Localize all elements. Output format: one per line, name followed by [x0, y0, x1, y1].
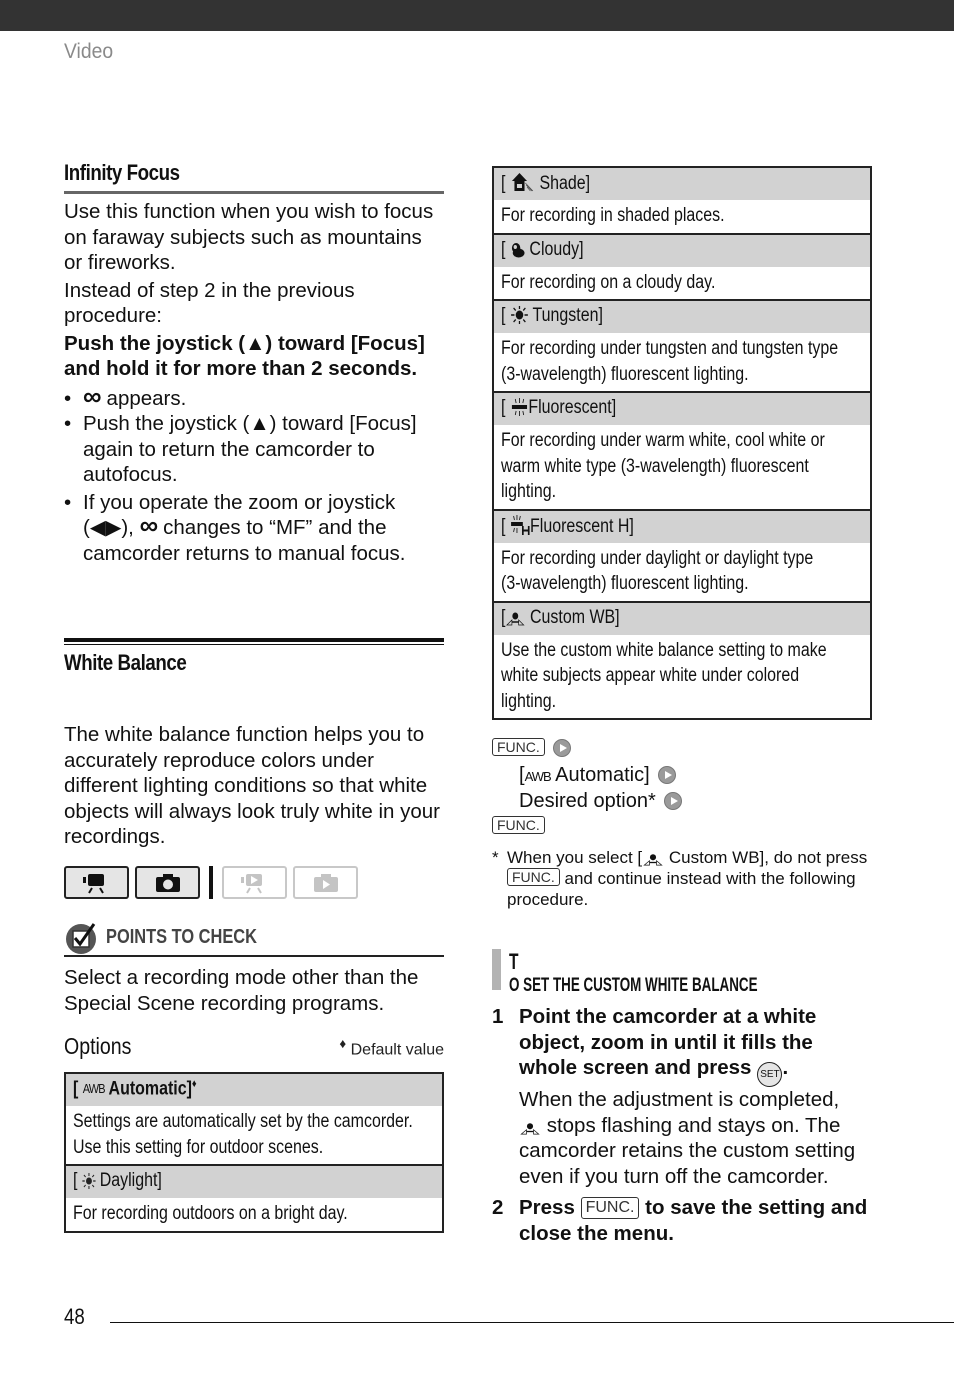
option-header-custom-wb: [ Custom WB]: [494, 602, 870, 635]
func-button-icon: FUNC.: [580, 1197, 640, 1219]
procedure-line: FUNC.: [492, 814, 872, 839]
intro-paragraph: Use this function when you wish to focus…: [64, 200, 434, 274]
tungsten-icon: [510, 306, 528, 324]
white-balance-intro: The white balance function helps you to …: [64, 723, 440, 848]
option-header-tungsten: [ Tungsten]: [494, 301, 870, 333]
mode-divider: [209, 866, 213, 899]
step-2: 2 Press FUNC. to save the setting and cl…: [492, 1196, 868, 1245]
footer-rule: [110, 1322, 954, 1323]
fluorescent-icon: [511, 398, 527, 416]
procedure-line: Desired option*: [492, 789, 872, 814]
custom-wb-heading: TO SET THE CUSTOM WHITE BALANCE: [492, 949, 872, 996]
points-to-check-header: POINTS TO CHECK: [64, 920, 444, 957]
bullet-item: Push the joystick (▲) toward [Focus] aga…: [64, 411, 444, 488]
bullet-item: ∞appears.: [64, 383, 444, 412]
option-description-shade: For recording in shaded places.: [494, 200, 870, 235]
awb-icon: AWB: [524, 769, 552, 784]
func-button-icon: FUNC.: [507, 868, 560, 886]
daylight-icon: [81, 1173, 96, 1189]
points-to-check-text: Select a recording mode other than the S…: [64, 966, 419, 1015]
infinity-focus-title: Infinity Focus: [64, 160, 444, 194]
mode-icons: [64, 866, 358, 899]
intro-paragraph: Instead of step 2 in the previous proced…: [64, 278, 355, 328]
photo-record-mode-icon: [135, 866, 200, 899]
option-description-cloudy: For recording on a cloudy day.: [494, 266, 870, 301]
top-bar: [0, 0, 954, 31]
options-header: Options ♦ Default value: [64, 1033, 444, 1060]
options-table-right: [ Shade] For recording in shaded places.…: [492, 166, 872, 720]
options-title: Options: [64, 1033, 132, 1059]
option-description-fluorescent-h: For recording under daylight or daylight…: [494, 542, 870, 603]
custom-wb-icon: [643, 854, 663, 866]
movie-record-mode-icon: [64, 866, 129, 899]
arrow-right-icon: [663, 792, 682, 810]
procedure: FUNC. [AWB Automatic] Desired option* FU…: [492, 736, 872, 910]
custom-wb-steps: 1 Point the camcorder at a white object,…: [492, 1004, 872, 1246]
default-value-note: ♦ Default value: [339, 1035, 444, 1058]
custom-wb-icon: [506, 612, 525, 625]
option-description-automatic: Settings are automatically set by the ca…: [66, 1106, 442, 1166]
option-description-tungsten: For recording under tungsten and tungste…: [494, 333, 870, 393]
set-button-icon: SET: [757, 1062, 783, 1087]
white-balance-title: White Balance: [64, 638, 444, 682]
section-label: Video: [64, 40, 114, 63]
bullet-item: If you operate the zoom or joystick (◀▶)…: [64, 490, 444, 567]
option-description-custom-wb: Use the custom white balance setting to …: [494, 634, 870, 718]
movie-playback-mode-icon: [222, 866, 287, 899]
option-header-fluorescent: [ Fluorescent]: [494, 393, 870, 425]
arrow-right-icon: [657, 766, 676, 784]
options-table-left: [ AWB Automatic]♦ Settings are automatic…: [64, 1072, 444, 1233]
option-header-automatic: [ AWB Automatic]♦: [66, 1074, 442, 1106]
infinity-icon: ∞: [83, 380, 101, 411]
awb-icon: AWB: [82, 1081, 106, 1097]
option-header-daylight: [ Daylight]: [66, 1166, 442, 1198]
option-description-fluorescent: For recording under warm white, cool whi…: [494, 425, 870, 511]
instruction: Push the joystick (▲) toward [Focus] and…: [64, 331, 425, 381]
procedure-line: FUNC.: [492, 736, 872, 761]
page-number: 48: [64, 1304, 85, 1329]
photo-playback-mode-icon: [293, 866, 358, 899]
func-button-icon: FUNC.: [492, 816, 545, 834]
option-header-shade: [ Shade]: [494, 168, 870, 200]
option-description-daylight: For recording outdoors on a bright day.: [66, 1198, 442, 1231]
custom-wb-icon: [520, 1122, 540, 1134]
procedure-line: [AWB Automatic]: [492, 763, 872, 789]
arrow-right-icon: [552, 739, 571, 757]
option-header-cloudy: [ Cloudy]: [494, 234, 870, 267]
infinity-icon: ∞: [139, 510, 158, 540]
footnote: * When you select [ Custom WB], do not p…: [492, 848, 868, 909]
step-1: 1 Point the camcorder at a white object,…: [492, 1005, 856, 1188]
checkbox-icon: [66, 922, 96, 954]
shade-icon: [511, 173, 533, 192]
func-button-icon: FUNC.: [492, 738, 545, 756]
fluorescent-h-icon: [510, 514, 530, 535]
option-header-fluorescent-h: [ Fluorescent H]: [494, 510, 870, 543]
infinity-focus-body: Use this function when you wish to focus…: [64, 199, 444, 566]
cloudy-icon: [511, 242, 525, 257]
bullet-list: ∞appears. Push the joystick (▲) toward […: [64, 383, 444, 567]
